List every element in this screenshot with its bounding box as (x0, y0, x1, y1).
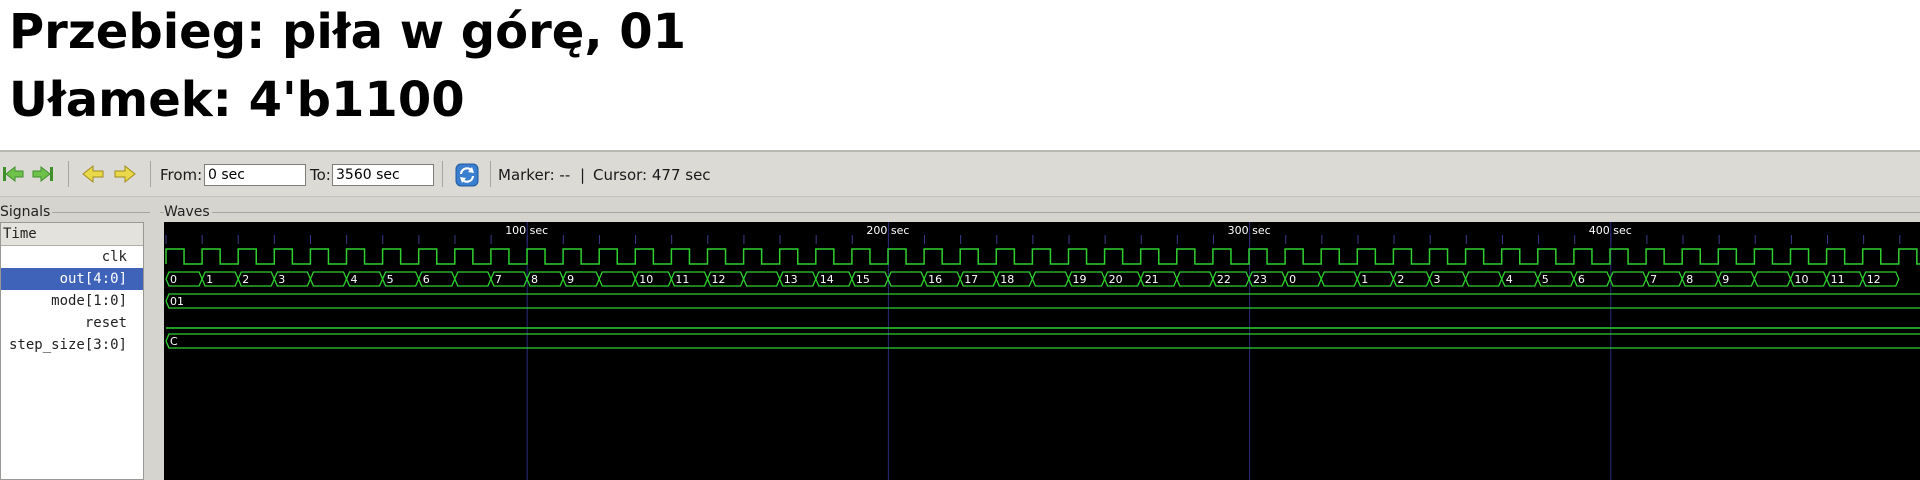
step-size-value-label: C (170, 335, 178, 348)
cursor-readout: Cursor: 477 sec (593, 166, 711, 184)
out-value-label: 10 (639, 273, 653, 286)
signal-step-size[interactable]: step_size[3:0] (1, 334, 143, 356)
toolbar-separator (68, 161, 69, 187)
out-value-label: 14 (820, 273, 834, 286)
signals-panel: Signals Time clk out[4:0] mode[1:0] rese… (0, 204, 150, 480)
out-value-label: 18 (1000, 273, 1014, 286)
first-icon[interactable] (2, 164, 24, 184)
reload-icon[interactable] (455, 163, 479, 187)
out-value-label: 19 (1073, 273, 1087, 286)
waves-title: Waves (164, 204, 212, 220)
out-value-label: 15 (856, 273, 870, 286)
from-input[interactable] (204, 164, 306, 186)
out-value-label: 1 (206, 273, 213, 286)
waves-panel: Waves 100 sec 200 sec 300 sec 400 sec 5 0 0 01 2… (160, 204, 1920, 480)
readout-divider: | (580, 166, 586, 184)
back-icon[interactable] (82, 164, 104, 184)
gtkwave-window: From: To: Marker: -- | Cursor: 477 sec S… (0, 150, 1920, 480)
wave-canvas[interactable]: 100 sec200 sec300 sec400 sec500012345678… (164, 222, 1920, 480)
out-value-label: 4 (1506, 273, 1513, 286)
out-value-label: 7 (1650, 273, 1657, 286)
out-value-label: 12 (712, 273, 726, 286)
out-value-label: 4 (351, 273, 358, 286)
out-value-label: 1 (1361, 273, 1368, 286)
signal-mode[interactable]: mode[1:0] (1, 290, 143, 312)
out-value-label: 0 (170, 273, 177, 286)
out-value-label: 6 (423, 273, 430, 286)
out-value-label: 10 (1795, 273, 1809, 286)
out-value-label: 23 (1253, 273, 1267, 286)
signals-title: Signals (0, 204, 53, 220)
to-input[interactable] (332, 164, 434, 186)
out-value-label: 20 (1109, 273, 1123, 286)
signal-reset[interactable]: reset (1, 312, 143, 334)
last-icon[interactable] (32, 164, 54, 184)
to-label: To: (310, 166, 331, 184)
signal-out[interactable]: out[4:0] (1, 268, 143, 290)
out-value-label: 2 (1397, 273, 1404, 286)
toolbar: From: To: Marker: -- | Cursor: 477 sec (0, 152, 1920, 197)
timeline-label: 200 sec (866, 224, 909, 237)
toolbar-separator (490, 161, 491, 187)
out-value-label: 6 (1578, 273, 1585, 286)
timeline-label: 400 sec (1589, 224, 1632, 237)
out-value-label: 21 (1145, 273, 1159, 286)
mode-value-label: 01 (170, 295, 184, 308)
out-value-label: 8 (531, 273, 538, 286)
timeline-label: 300 sec (1228, 224, 1271, 237)
out-value-label: 8 (1686, 273, 1693, 286)
out-value-label: 0 (1289, 273, 1296, 286)
out-value-label: 12 (1867, 273, 1881, 286)
out-value-label: 5 (387, 273, 394, 286)
toolbar-separator (150, 161, 151, 187)
out-value-label: 2 (242, 273, 249, 286)
signals-list: Time clk out[4:0] mode[1:0] reset step_s… (0, 222, 144, 480)
out-value-label: 5 (1542, 273, 1549, 286)
out-value-label: 7 (495, 273, 502, 286)
heading-fraction: Ułamek: 4'b1100 (9, 72, 465, 128)
toolbar-separator (442, 161, 443, 187)
out-value-label: 3 (278, 273, 285, 286)
out-value-label: 16 (928, 273, 942, 286)
signals-time-header: Time (1, 223, 143, 246)
out-value-label: 17 (964, 273, 978, 286)
timeline-label: 100 sec (505, 224, 548, 237)
from-label: From: (160, 166, 203, 184)
timeline-ruler (164, 222, 1920, 244)
out-value-label: 11 (675, 273, 689, 286)
forward-icon[interactable] (114, 164, 136, 184)
out-value-label: 9 (1722, 273, 1729, 286)
waves-background (164, 222, 1920, 480)
signal-clk[interactable]: clk (1, 246, 143, 268)
out-value-label: 13 (784, 273, 798, 286)
frame-border (160, 212, 1920, 213)
marker-readout: Marker: -- (498, 166, 571, 184)
heading-title: Przebieg: piła w górę, 01 (9, 4, 687, 60)
out-value-label: 9 (567, 273, 574, 286)
out-value-label: 3 (1434, 273, 1441, 286)
out-value-label: 11 (1831, 273, 1845, 286)
out-value-label: 22 (1217, 273, 1231, 286)
